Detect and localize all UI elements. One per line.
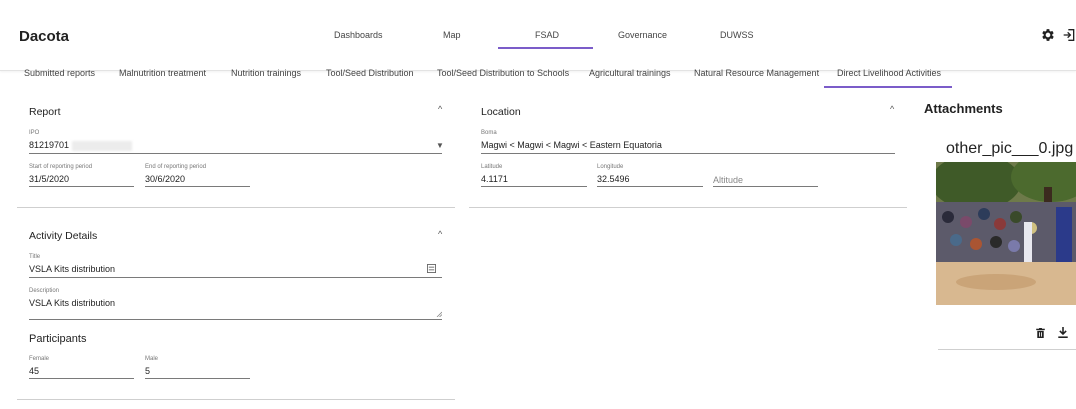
female-underline [29, 378, 134, 379]
longitude-underline [597, 186, 703, 187]
activity-panel-title: Activity Details [29, 230, 98, 242]
app-title[interactable]: Dacota [19, 28, 69, 45]
nav-dashboards[interactable]: Dashboards [334, 30, 383, 40]
boma-input[interactable]: Magwi < Magwi < Magwi < Eastern Equatori… [481, 140, 662, 150]
female-label: Female [29, 356, 50, 362]
attachment-image[interactable] [936, 162, 1076, 305]
ipo-blurred-text [72, 141, 132, 151]
female-input[interactable]: 45 [29, 366, 39, 376]
ipo-underline [29, 153, 442, 154]
participants-title: Participants [29, 333, 87, 345]
male-input[interactable]: 5 [145, 366, 150, 376]
attachments-title: Attachments [924, 101, 1003, 116]
delete-icon[interactable] [1036, 328, 1045, 338]
male-underline [145, 378, 250, 379]
chevron-up-icon[interactable]: ^ [438, 229, 442, 239]
tab-agricultural-trainings[interactable]: Agricultural trainings [589, 68, 671, 78]
nav-duwss[interactable]: DUWSS [720, 30, 754, 40]
report-panel-title: Report [29, 106, 61, 118]
latitude-input[interactable]: 4.1171 [481, 174, 508, 184]
tab-natural-resource-management[interactable]: Natural Resource Management [694, 68, 819, 78]
resize-handle-icon[interactable] [436, 311, 442, 317]
latitude-label: Latitude [481, 164, 503, 170]
start-date-input[interactable]: 31/5/2020 [29, 174, 69, 184]
male-label: Male [145, 356, 159, 362]
boma-label: Boma [481, 130, 497, 136]
location-panel-title: Location [481, 106, 521, 118]
tab-tool-seed-distribution-schools[interactable]: Tool/Seed Distribution to Schools [437, 68, 569, 78]
longitude-input[interactable]: 32.5496 [597, 174, 630, 184]
location-panel-divider [469, 207, 907, 208]
list-icon[interactable] [427, 264, 436, 273]
download-icon[interactable] [1058, 327, 1068, 338]
ipo-select[interactable]: 81219701 [29, 140, 69, 150]
activity-panel-divider [17, 399, 455, 400]
tab-submitted-reports[interactable]: Submitted reports [24, 68, 95, 78]
tab-direct-livelihood-activities[interactable]: Direct Livelihood Activities [837, 68, 941, 78]
tab-malnutrition-treatment[interactable]: Malnutrition treatment [119, 68, 206, 78]
subnav-active-indicator [824, 86, 952, 88]
altitude-input[interactable]: Altitude [713, 175, 743, 185]
chevron-up-icon[interactable]: ^ [890, 104, 894, 114]
ipo-label: IPO [29, 130, 40, 136]
nav-governance[interactable]: Governance [618, 30, 667, 40]
title-underline [29, 277, 442, 278]
description-textarea[interactable]: VSLA Kits distribution [29, 298, 115, 308]
start-date-underline [29, 186, 134, 187]
report-panel-divider [17, 207, 455, 208]
nav-map[interactable]: Map [443, 30, 461, 40]
gear-icon[interactable] [1040, 27, 1056, 43]
latitude-underline [481, 186, 587, 187]
nav-fsad[interactable]: FSAD [535, 30, 559, 40]
tab-nutrition-trainings[interactable]: Nutrition trainings [231, 68, 301, 78]
chevron-up-icon[interactable]: ^ [438, 104, 442, 114]
boma-underline [481, 153, 895, 154]
logout-icon[interactable] [1062, 27, 1076, 43]
attachments-divider [938, 349, 1076, 350]
start-date-label: Start of reporting period [29, 164, 93, 170]
longitude-label: Longitude [597, 164, 624, 170]
altitude-underline [713, 186, 818, 187]
title-label: Title [29, 254, 41, 260]
title-input[interactable]: VSLA Kits distribution [29, 264, 115, 274]
nav-active-indicator [498, 47, 593, 49]
attachment-filename: other_pic___0.jpg [946, 140, 1074, 157]
tab-tool-seed-distribution[interactable]: Tool/Seed Distribution [326, 68, 414, 78]
description-label: Description [29, 288, 60, 294]
description-underline [29, 319, 442, 320]
dropdown-arrow-icon[interactable]: ▼ [436, 141, 444, 150]
end-date-underline [145, 186, 250, 187]
end-date-label: End of reporting period [145, 164, 207, 170]
end-date-input[interactable]: 30/6/2020 [145, 174, 185, 184]
